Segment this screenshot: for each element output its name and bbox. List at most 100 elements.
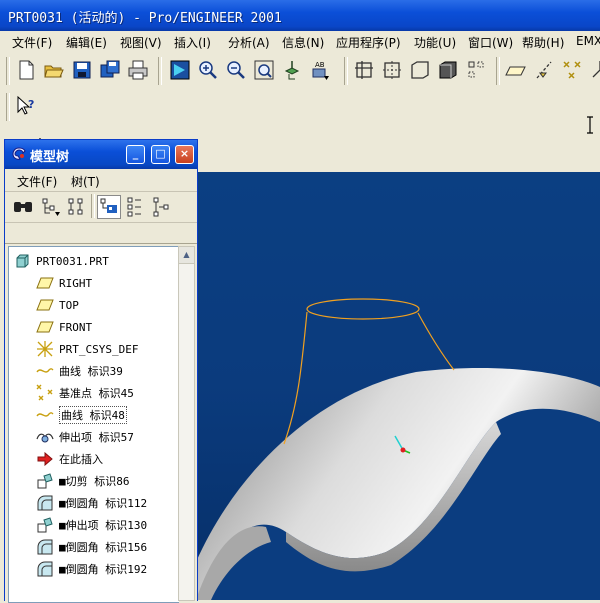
scroll-up-icon[interactable]: ▲ [179, 247, 194, 264]
menu-edit[interactable]: 编辑(E) [66, 34, 107, 51]
datum-plane-icon [34, 318, 56, 336]
top-curve-ellipse [306, 298, 420, 320]
model-tree-title: 模型树 [30, 150, 70, 165]
cut-icon [34, 472, 56, 490]
tree-item-datum-point-45[interactable]: 基准点 标识45 [34, 382, 179, 404]
datum-plane-icon [34, 274, 56, 292]
toolbar-separator [6, 93, 10, 121]
model-tree-toolbar [5, 192, 197, 223]
tree-item-label: 曲线 标识39 [59, 365, 123, 378]
tree-item-label: PRT_CSYS_DEF [59, 342, 139, 356]
open-icon[interactable] [42, 58, 66, 82]
curve-icon [34, 406, 56, 424]
datum-plane-tool-icon[interactable] [504, 58, 528, 82]
tree-item-front[interactable]: FRONT [34, 316, 179, 338]
svg-text:AB: AB [315, 61, 325, 69]
tree-item-curve-39[interactable]: 曲线 标识39 [34, 360, 179, 382]
maximize-button[interactable]: □ [151, 145, 170, 164]
tree-menu-file[interactable]: 文件(F) [17, 173, 57, 190]
context-help-icon[interactable]: ? [14, 94, 38, 118]
menu-file[interactable]: 文件(F) [12, 34, 52, 51]
secondary-toolbar: ? [0, 89, 600, 122]
tree-item-label: ■倒圆角 标识112 [59, 497, 148, 510]
tree-item-insert-here[interactable]: 在此插入 [34, 448, 179, 470]
graphics-viewport[interactable] [196, 172, 600, 600]
datum-point-icon [34, 384, 56, 402]
menu-window[interactable]: 窗口(W) [468, 34, 513, 51]
model-tree-titlebar[interactable]: 模型树 _ □ × [5, 140, 197, 169]
menu-emx[interactable]: EMX [576, 34, 600, 48]
tree-item-round-192[interactable]: ■倒圆角 标识192 [34, 558, 179, 580]
tree-item-label: RIGHT [59, 276, 93, 290]
menu-utilities[interactable]: 功能(U) [414, 34, 456, 51]
shading-icon[interactable] [436, 58, 460, 82]
datum-point-tool-icon[interactable] [560, 58, 584, 82]
save-icon[interactable] [70, 58, 94, 82]
find-icon[interactable] [11, 195, 35, 219]
model-tree-window: 模型树 _ □ × 文件(F) 树(T) PRT0031.PRT RIGHT T… [4, 139, 198, 603]
hidden-line-icon[interactable] [464, 58, 488, 82]
tree-item-label: PRT0031.PRT [36, 254, 109, 268]
window-titlebar[interactable]: PRT0031 (活动的) - Pro/ENGINEER 2001 [0, 0, 600, 31]
save-copy-icon[interactable] [98, 58, 122, 82]
right-curve [417, 312, 455, 371]
tree-scrollbar[interactable]: ▲ [178, 246, 195, 601]
menu-applications[interactable]: 应用程序(P) [336, 34, 401, 51]
datum-axes-icon[interactable] [380, 58, 404, 82]
tree-item-curve-48[interactable]: 曲线 标识48 [34, 404, 179, 426]
curve-icon [34, 362, 56, 380]
menu-bar: 文件(F) 编辑(E) 视图(V) 插入(I) 分析(A) 信息(N) 应用程序… [0, 31, 600, 54]
tree-item-round-112[interactable]: ■倒圆角 标识112 [34, 492, 179, 514]
menu-insert[interactable]: 插入(I) [174, 34, 211, 51]
tree-item-label: TOP [59, 298, 79, 312]
part-icon [11, 252, 33, 270]
tree-item-label: ■倒圆角 标识156 [59, 541, 148, 554]
datum-planes-display-icon[interactable] [408, 58, 432, 82]
menu-analysis[interactable]: 分析(A) [228, 34, 270, 51]
csys-tool-icon[interactable] [588, 58, 600, 82]
menu-help[interactable]: 帮助(H) [522, 34, 564, 51]
tree-item-right[interactable]: RIGHT [34, 272, 179, 294]
csys-icon [34, 340, 56, 358]
toolbar-separator [496, 57, 500, 85]
expand-icon[interactable] [123, 195, 147, 219]
model-tree-icon [12, 147, 26, 160]
collapse-icon[interactable] [149, 195, 173, 219]
toolbar-separator [344, 57, 348, 85]
saved-views-icon[interactable]: AB [308, 58, 332, 82]
tree-item-round-156[interactable]: ■倒圆角 标识156 [34, 536, 179, 558]
orient-icon[interactable] [280, 58, 304, 82]
datum-axis-tool-icon[interactable] [532, 58, 556, 82]
close-button[interactable]: × [175, 145, 194, 164]
model-tree-list: PRT0031.PRT RIGHT TOP FRONT PRT_CSYS_DEF… [8, 246, 179, 603]
zoom-in-icon[interactable] [196, 58, 220, 82]
show-icon[interactable] [97, 195, 121, 219]
toolbar-separator [91, 194, 95, 218]
new-icon[interactable] [14, 58, 38, 82]
minimize-button[interactable]: _ [126, 145, 145, 164]
round-icon [34, 560, 56, 578]
tree-item-protrusion-57[interactable]: 伸出项 标识57 [34, 426, 179, 448]
columns-icon[interactable] [65, 195, 89, 219]
tree-item-label: ■倒圆角 标识192 [59, 563, 148, 576]
settings-icon[interactable] [39, 195, 63, 219]
tree-item-label: 曲线 标识48 [59, 406, 127, 424]
refit-icon[interactable] [252, 58, 276, 82]
tree-item-cut-86[interactable]: ■切剪 标识86 [34, 470, 179, 492]
protrusion-icon [34, 428, 56, 446]
model-tree-menu: 文件(F) 树(T) [5, 169, 197, 192]
window-title: PRT0031 (活动的) - Pro/ENGINEER 2001 [8, 11, 282, 26]
tree-item-top[interactable]: TOP [34, 294, 179, 316]
print-icon[interactable] [126, 58, 150, 82]
zoom-out-icon[interactable] [224, 58, 248, 82]
tree-item-label: 在此插入 [59, 453, 103, 466]
tree-item-csys[interactable]: PRT_CSYS_DEF [34, 338, 179, 360]
tree-item-protrusion-130[interactable]: ■伸出项 标识130 [34, 514, 179, 536]
menu-view[interactable]: 视图(V) [120, 34, 162, 51]
menu-info[interactable]: 信息(N) [282, 34, 324, 51]
tree-item-part[interactable]: PRT0031.PRT [11, 250, 179, 272]
datum-planes-icon[interactable] [352, 58, 376, 82]
tree-menu-tree[interactable]: 树(T) [71, 173, 100, 190]
repaint-icon[interactable] [168, 58, 192, 82]
insert-here-icon [34, 450, 56, 468]
